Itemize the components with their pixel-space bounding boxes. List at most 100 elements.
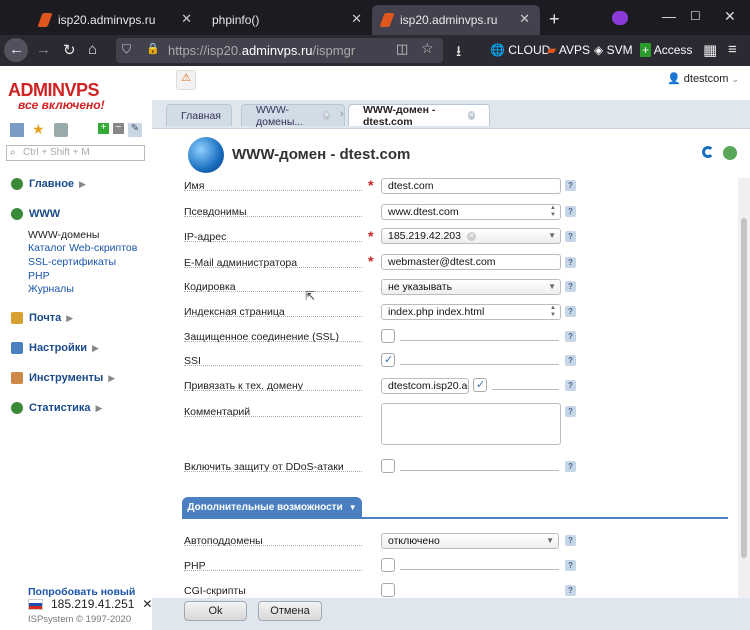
help-icon[interactable]: ?: [565, 306, 576, 317]
sidebar-section-settings[interactable]: Настройки ▶: [11, 342, 99, 354]
scrollbar-thumb[interactable]: [741, 218, 747, 558]
brand-tagline: все включено!: [18, 98, 105, 112]
tools-icon: [11, 372, 23, 384]
svm-bookmark[interactable]: ◈ SVM: [594, 43, 633, 57]
close-tab-icon[interactable]: ✕: [351, 11, 362, 27]
form-scrollbar[interactable]: [738, 178, 750, 598]
help-icon[interactable]: ?: [565, 406, 576, 417]
close-tab-icon[interactable]: ✕: [467, 111, 475, 120]
help-icon[interactable]: ?: [565, 331, 576, 342]
comment-textarea[interactable]: [381, 403, 561, 445]
notifications-icon[interactable]: ⚠: [176, 70, 196, 90]
avps-bookmark[interactable]: ▰ AVPS: [547, 43, 590, 57]
browser-tab-active[interactable]: isp20.adminvps.ru ✕: [372, 5, 540, 35]
tree-view-icon[interactable]: [10, 123, 24, 137]
php-checkbox[interactable]: [381, 558, 395, 572]
cancel-button[interactable]: Отмена: [258, 601, 322, 621]
reload-icon[interactable]: ↻: [63, 41, 76, 59]
help-icon[interactable]: ?: [565, 281, 576, 292]
sidebar-item-php[interactable]: PHP: [28, 270, 50, 282]
pocket-icon[interactable]: ◫: [396, 41, 408, 57]
access-bookmark[interactable]: + Access: [640, 43, 692, 57]
sidebar-section-tools[interactable]: Инструменты ▶: [11, 372, 115, 384]
cgi-label: CGI-скрипты: [184, 585, 246, 597]
ddos-checkbox[interactable]: [381, 459, 395, 473]
new-tab-button[interactable]: +: [549, 9, 560, 30]
sidebar-section-main[interactable]: Главное ▶: [11, 178, 86, 190]
collapse-all-icon[interactable]: −: [113, 123, 124, 134]
cgi-checkbox[interactable]: [381, 583, 395, 597]
menu-search-input[interactable]: ⌕ Ctrl + Shift + M: [6, 145, 145, 161]
back-icon[interactable]: ←: [9, 41, 24, 58]
expand-all-icon[interactable]: +: [98, 123, 109, 134]
mail-icon: [11, 312, 23, 324]
aliases-field[interactable]: www.dtest.com ▲ ▼: [381, 204, 561, 220]
user-menu[interactable]: 👤 dtestcom ⌄: [667, 72, 739, 85]
help-icon[interactable]: ?: [565, 380, 576, 391]
help-globe-icon[interactable]: [723, 146, 737, 160]
help-icon[interactable]: ?: [565, 180, 576, 191]
encoding-select[interactable]: не указывать ▼: [381, 279, 561, 295]
close-tab-icon[interactable]: ✕: [323, 111, 330, 120]
url-bar[interactable]: ⛉ 🔒 https://isp20.adminvps.ru/ispmgr ◫ ☆: [116, 38, 443, 63]
tab-main[interactable]: Главная: [166, 104, 232, 126]
ok-button[interactable]: Ok: [184, 601, 247, 621]
close-icon[interactable]: ✕: [142, 597, 152, 611]
help-icon[interactable]: ?: [565, 585, 576, 596]
required-icon: *: [368, 253, 374, 269]
email-field[interactable]: webmaster@dtest.com: [381, 254, 561, 270]
close-window-icon[interactable]: ✕: [724, 8, 736, 25]
refresh-icon[interactable]: [702, 146, 714, 158]
sidebar-item-web-scripts[interactable]: Каталог Web-скриптов: [28, 242, 137, 254]
bind-checkbox[interactable]: [473, 378, 487, 392]
cloud-bookmark[interactable]: 🌐 CLOUD: [490, 43, 550, 57]
ssl-checkbox[interactable]: [381, 329, 395, 343]
bookmark-star-icon[interactable]: ☆: [421, 40, 434, 57]
sidebar-section-mail[interactable]: Почта ▶: [11, 312, 73, 324]
help-icon[interactable]: ?: [565, 257, 576, 268]
stats-icon: [11, 402, 23, 414]
favorites-star-icon[interactable]: ★: [32, 121, 46, 137]
index-field[interactable]: index.php index.html ▲ ▼: [381, 304, 561, 320]
help-icon[interactable]: ?: [565, 535, 576, 546]
tab-www-domains[interactable]: WWW-домены... ✕: [241, 104, 345, 128]
forward-icon[interactable]: →: [36, 41, 51, 58]
site-favicon-icon: [37, 13, 53, 27]
remove-ip-icon[interactable]: ✕: [467, 231, 476, 241]
maximize-icon[interactable]: ☐: [690, 9, 701, 23]
sidebar-item-logs[interactable]: Журналы: [28, 283, 74, 295]
help-icon[interactable]: ?: [565, 355, 576, 366]
sidebar-section-www[interactable]: WWW: [11, 208, 60, 220]
name-field[interactable]: dtest.com: [381, 178, 561, 194]
advanced-options-toggle[interactable]: Дополнительные возможности ▼: [182, 497, 362, 517]
help-icon[interactable]: ?: [565, 461, 576, 472]
settings-icon: [11, 342, 23, 354]
close-tab-icon[interactable]: ✕: [519, 11, 530, 27]
private-browsing-icon: [612, 11, 628, 25]
briefcase-icon[interactable]: [54, 123, 68, 137]
autosub-select[interactable]: отключено ▼: [381, 533, 559, 549]
required-icon: *: [368, 177, 374, 193]
pin-icon[interactable]: ✎: [128, 123, 142, 137]
breadcrumb-arrow-icon: ›: [340, 108, 344, 120]
help-icon[interactable]: ?: [565, 560, 576, 571]
sidebar-item-www-domains[interactable]: WWW-домены: [28, 229, 99, 241]
menu-icon[interactable]: ≡: [728, 41, 737, 58]
minimize-icon[interactable]: —: [662, 8, 676, 24]
bind-domain-field[interactable]: dtestcom.isp20.ad: [381, 378, 469, 394]
ssi-checkbox[interactable]: [381, 353, 395, 367]
ip-select[interactable]: 185.219.42.203 ✕ ▼: [381, 228, 561, 244]
help-icon[interactable]: ?: [565, 206, 576, 217]
sidebar-item-ssl[interactable]: SSL-сертификаты: [28, 256, 116, 268]
close-tab-icon[interactable]: ✕: [181, 11, 192, 27]
plus-icon: +: [640, 43, 652, 57]
extensions-icon[interactable]: ▦: [703, 41, 717, 59]
copyright: ISPsystem © 1997-2020: [28, 614, 132, 625]
help-icon[interactable]: ?: [565, 231, 576, 242]
browser-tab-1[interactable]: isp20.adminvps.ru ✕: [30, 5, 202, 35]
downloads-icon[interactable]: ⭳: [456, 41, 461, 66]
home-icon[interactable]: ⌂: [88, 41, 97, 58]
browser-tab-2[interactable]: phpinfo() ✕: [202, 5, 372, 35]
tab-www-domain-edit[interactable]: WWW-домен - dtest.com ✕: [348, 104, 490, 128]
sidebar-section-stats[interactable]: Статистика ▶: [11, 402, 102, 414]
